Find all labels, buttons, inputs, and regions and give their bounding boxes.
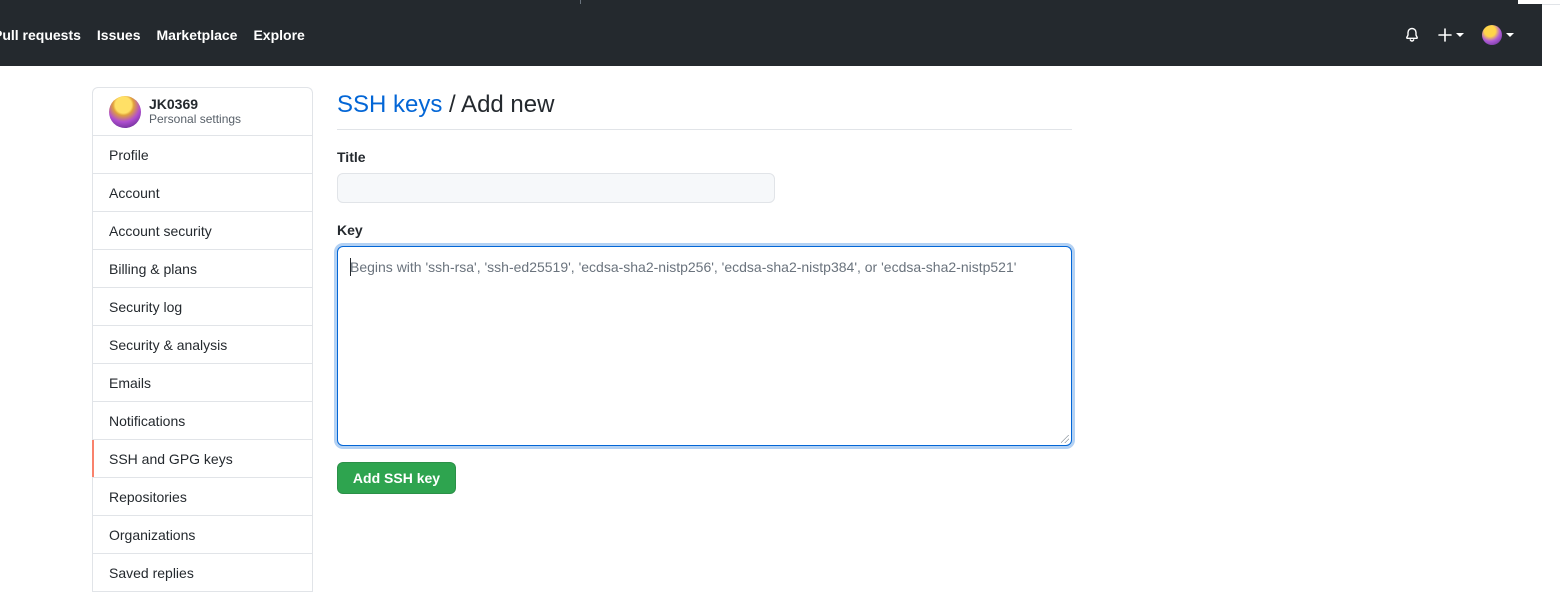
main-content: SSH keys / Add new Title Key Begins with… [337, 87, 1072, 494]
notifications-button[interactable] [1404, 27, 1420, 43]
key-placeholder: Begins with 'ssh-rsa', 'ssh-ed25519', 'e… [350, 259, 1017, 275]
sidebar-item-organizations[interactable]: Organizations [93, 516, 312, 554]
sidebar-subtitle: Personal settings [149, 112, 242, 126]
chevron-down-icon [1456, 33, 1464, 37]
sidebar-item-label: Account [109, 184, 160, 201]
sidebar-item-label: Billing & plans [109, 260, 197, 277]
sidebar-item-label: Account security [109, 222, 212, 239]
sidebar-username: JK0369 [149, 96, 199, 112]
header-edge [1542, 4, 1560, 67]
sidebar-item-saved-replies[interactable]: Saved replies [93, 554, 312, 592]
sidebar-item-label: Emails [109, 374, 152, 391]
breadcrumb-ssh-keys-link[interactable]: SSH keys [337, 91, 442, 118]
user-menu-dropdown[interactable] [1482, 25, 1514, 45]
settings-sidebar: JK0369 Personal settings Profile Account… [92, 87, 313, 592]
avatar [1482, 25, 1502, 45]
create-new-dropdown[interactable] [1438, 28, 1464, 42]
nav-pull-requests[interactable]: Pull requests [0, 27, 81, 43]
sidebar-item-label: Saved replies [109, 564, 194, 581]
sidebar-item-notifications[interactable]: Notifications [93, 402, 312, 440]
sidebar-item-security-analysis[interactable]: Security & analysis [93, 326, 312, 364]
nav-explore[interactable]: Explore [253, 27, 304, 43]
header-actions [1386, 4, 1514, 66]
resize-handle-icon[interactable] [1061, 435, 1069, 443]
sidebar-item-label: Organizations [109, 526, 196, 543]
title-label: Title [337, 149, 366, 165]
sidebar-item-label: Repositories [109, 488, 187, 505]
sidebar-item-label: SSH and GPG keys [109, 450, 233, 467]
sidebar-item-billing[interactable]: Billing & plans [93, 250, 312, 288]
key-textarea[interactable]: Begins with 'ssh-rsa', 'ssh-ed25519', 'e… [337, 246, 1072, 446]
page-title: SSH keys / Add new [337, 87, 1072, 130]
sidebar-item-security-log[interactable]: Security log [93, 288, 312, 326]
sidebar-item-emails[interactable]: Emails [93, 364, 312, 402]
text-cursor [350, 258, 351, 276]
sidebar-item-ssh-gpg-keys[interactable]: SSH and GPG keys [92, 440, 312, 478]
sidebar-item-label: Security log [109, 298, 183, 315]
sidebar-item-label: Notifications [109, 412, 186, 429]
key-label: Key [337, 222, 363, 238]
global-header: Pull requests Issues Marketplace Explore [0, 4, 1542, 66]
nav-marketplace[interactable]: Marketplace [157, 27, 238, 43]
sidebar-user-info: JK0369 Personal settings [149, 96, 241, 127]
sidebar-item-profile[interactable]: Profile [93, 136, 312, 174]
sidebar-item-account[interactable]: Account [93, 174, 312, 212]
sidebar-item-label: Profile [109, 146, 149, 163]
breadcrumb-current: / Add new [442, 91, 555, 118]
chevron-down-icon [1506, 33, 1514, 37]
sidebar-user-header[interactable]: JK0369 Personal settings [93, 88, 312, 136]
nav-issues[interactable]: Issues [97, 27, 141, 43]
sidebar-item-repositories[interactable]: Repositories [93, 478, 312, 516]
bell-icon [1406, 27, 1418, 42]
sidebar-item-label: Security & analysis [109, 336, 228, 353]
title-input[interactable] [337, 173, 775, 203]
plus-icon [1438, 28, 1452, 42]
avatar [109, 95, 141, 128]
sidebar-item-account-security[interactable]: Account security [93, 212, 312, 250]
header-nav: Pull requests Issues Marketplace Explore [0, 4, 321, 66]
add-ssh-key-button[interactable]: Add SSH key [337, 462, 456, 494]
